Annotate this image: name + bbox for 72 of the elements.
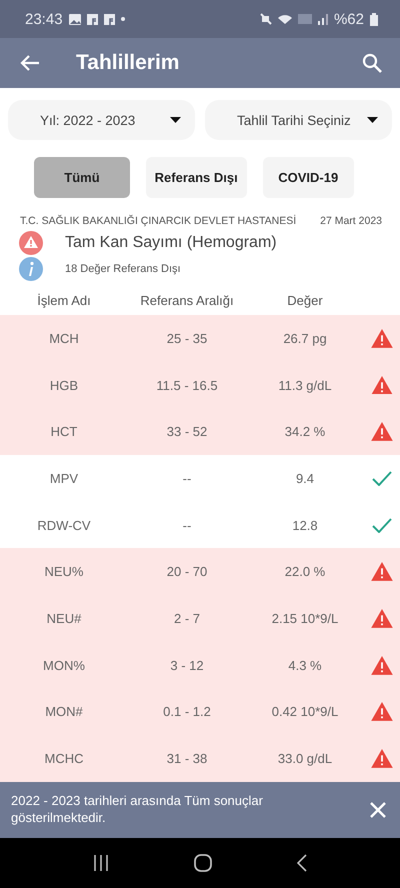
test-name: RDW-CV bbox=[36, 518, 92, 533]
warning-icon bbox=[371, 656, 393, 675]
warning-icon bbox=[371, 422, 393, 442]
result-value: 34.2 % bbox=[284, 424, 326, 440]
test-title: Tam Kan Sayımı (Hemogram) bbox=[65, 234, 277, 252]
dropdown-arrow-icon bbox=[170, 117, 181, 123]
dropdown[interactable]: Yıl: 2022 - 2023 bbox=[8, 100, 195, 140]
dropdown[interactable]: Tahlil Tarihi Seçiniz bbox=[205, 100, 392, 140]
wifi-icon bbox=[278, 14, 292, 24]
reference-range: 3 - 12 bbox=[169, 658, 205, 673]
back-nav-button[interactable] bbox=[297, 854, 308, 872]
reference-range: 0.1 - 1.2 bbox=[162, 704, 212, 720]
status-time: 23:43 bbox=[25, 10, 63, 28]
reference-range: 2 - 7 bbox=[172, 610, 201, 626]
info-icon bbox=[19, 257, 43, 281]
hospital-name: T.C. SAĞLIK BAKANLIĞI ÇINARCIK DEVLET HASTANESİ bbox=[20, 215, 296, 227]
test-name: MON% bbox=[42, 658, 86, 673]
checkmark-icon bbox=[372, 518, 392, 533]
reference-range: 11.5 - 16.5 bbox=[155, 378, 219, 393]
warning-badge-icon bbox=[19, 231, 43, 255]
warning-icon bbox=[371, 328, 393, 348]
snackbar-message: 2022 - 2023 tarihleri arasında Tüm sonuçlar gösterilmektedir. bbox=[11, 793, 264, 827]
home-button[interactable] bbox=[194, 854, 212, 872]
test-name: MPV bbox=[48, 470, 80, 486]
test-name: MCH bbox=[48, 330, 80, 346]
warning-icon bbox=[371, 376, 393, 394]
test-name: NEU# bbox=[46, 610, 82, 626]
battery-level: %62 bbox=[334, 10, 364, 28]
report-date: 27 Mart 2023 bbox=[320, 215, 382, 227]
close-button[interactable] bbox=[370, 802, 386, 818]
reference-range: 33 - 52 bbox=[166, 424, 208, 440]
page-title: Tahlillerim bbox=[76, 51, 180, 75]
filter-button[interactable]: COVID-19 bbox=[262, 157, 354, 198]
result-value: 9.4 bbox=[294, 470, 316, 486]
search-button[interactable] bbox=[362, 53, 382, 73]
battery-icon bbox=[370, 12, 378, 26]
warning-icon bbox=[371, 702, 393, 722]
result-value: 2.15 10*9/L bbox=[270, 610, 340, 626]
back-button[interactable] bbox=[20, 54, 40, 72]
test-name: MCHC bbox=[44, 751, 84, 766]
result-value: 11.3 g/dL bbox=[277, 378, 333, 393]
reference-range: 31 - 38 bbox=[166, 751, 208, 766]
filter-button[interactable]: Referans Dışı bbox=[146, 157, 247, 198]
reference-range: 25 - 35 bbox=[166, 330, 208, 346]
warning-icon bbox=[371, 562, 393, 582]
result-value: 33.0 g/dL bbox=[276, 751, 334, 766]
reference-range: -- bbox=[182, 470, 192, 486]
test-name: MON# bbox=[44, 704, 84, 720]
reference-range: -- bbox=[182, 518, 192, 533]
signal-icon bbox=[318, 14, 328, 24]
result-value: 4.3 % bbox=[287, 658, 323, 673]
column-header: Değer bbox=[286, 292, 324, 308]
test-name: HGB bbox=[48, 378, 80, 393]
mute-icon bbox=[260, 13, 272, 25]
filter-button[interactable]: Tümü bbox=[34, 157, 130, 198]
test-name: NEU% bbox=[43, 564, 84, 580]
warning-icon bbox=[371, 609, 393, 628]
column-header: İşlem Adı bbox=[36, 292, 92, 308]
dot-icon bbox=[120, 17, 125, 21]
gallery-icon bbox=[68, 14, 81, 24]
test-name: HCT bbox=[50, 424, 78, 440]
out-of-range-count: 18 Değer Referans Dışı bbox=[65, 263, 181, 275]
dropdown-arrow-icon bbox=[367, 117, 378, 123]
recent-apps-button[interactable] bbox=[92, 855, 109, 871]
warning-icon bbox=[371, 749, 393, 768]
result-value: 0.42 10*9/L bbox=[270, 704, 340, 720]
checkmark-icon bbox=[372, 470, 392, 486]
result-value: 22.0 % bbox=[284, 564, 326, 580]
column-header: Referans Aralığı bbox=[139, 292, 235, 308]
reference-range: 20 - 70 bbox=[166, 564, 208, 580]
result-value: 26.7 pg bbox=[282, 330, 328, 346]
result-value: 12.8 bbox=[291, 518, 319, 533]
